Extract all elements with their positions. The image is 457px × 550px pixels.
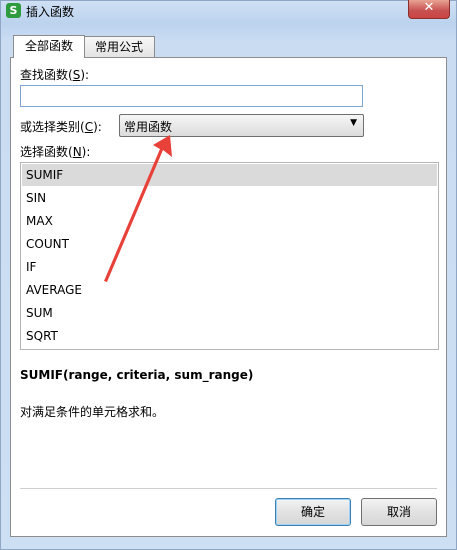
cancel-button[interactable]: 取消 [361,498,437,526]
function-item-sin[interactable]: SIN [22,187,437,209]
category-label: 或选择类别(C): [20,120,102,134]
wps-app-icon: S [6,3,21,18]
function-item-max[interactable]: MAX [22,210,437,232]
function-item-sum[interactable]: SUM [22,302,437,324]
title-bar[interactable]: S 插入函数 ✕ [1,0,456,21]
function-list-label: 选择函数(N): [20,145,91,159]
function-item-if[interactable]: IF [22,256,437,278]
tab-common-formulas[interactable]: 常用公式 [83,36,155,57]
search-input[interactable] [20,85,363,107]
function-syntax: SUMIF(range, criteria, sum_range) [20,368,254,382]
close-icon: ✕ [423,0,435,15]
function-item-sqrt[interactable]: SQRT [22,325,437,347]
insert-function-dialog: S 插入函数 ✕ 全部函数 常用公式 查找函数(S): 或选择类别(C): 常用… [0,0,457,550]
function-item-average[interactable]: AVERAGE [22,279,437,301]
search-label: 查找函数(S): [20,68,90,82]
tab-all-functions[interactable]: 全部函数 [13,35,85,58]
category-selected-value: 常用函数 [124,120,173,134]
function-description: 对满足条件的单元格求和。 [20,405,165,419]
tab-panel: 查找函数(S): 或选择类别(C): 常用函数 ▼ 选择函数(N): SUMIF… [10,57,447,537]
function-item-count[interactable]: COUNT [22,233,437,255]
ok-button[interactable]: 确定 [275,498,351,526]
category-select[interactable]: 常用函数 ▼ [119,114,364,137]
dropdown-arrow-icon: ▼ [350,118,357,128]
close-button[interactable]: ✕ [408,0,450,19]
function-listbox[interactable]: SUMIF SIN MAX COUNT IF AVERAGE SUM SQRT [20,162,439,350]
function-item-sumif[interactable]: SUMIF [22,164,437,186]
dialog-title: 插入函数 [26,5,75,19]
divider [20,488,437,489]
